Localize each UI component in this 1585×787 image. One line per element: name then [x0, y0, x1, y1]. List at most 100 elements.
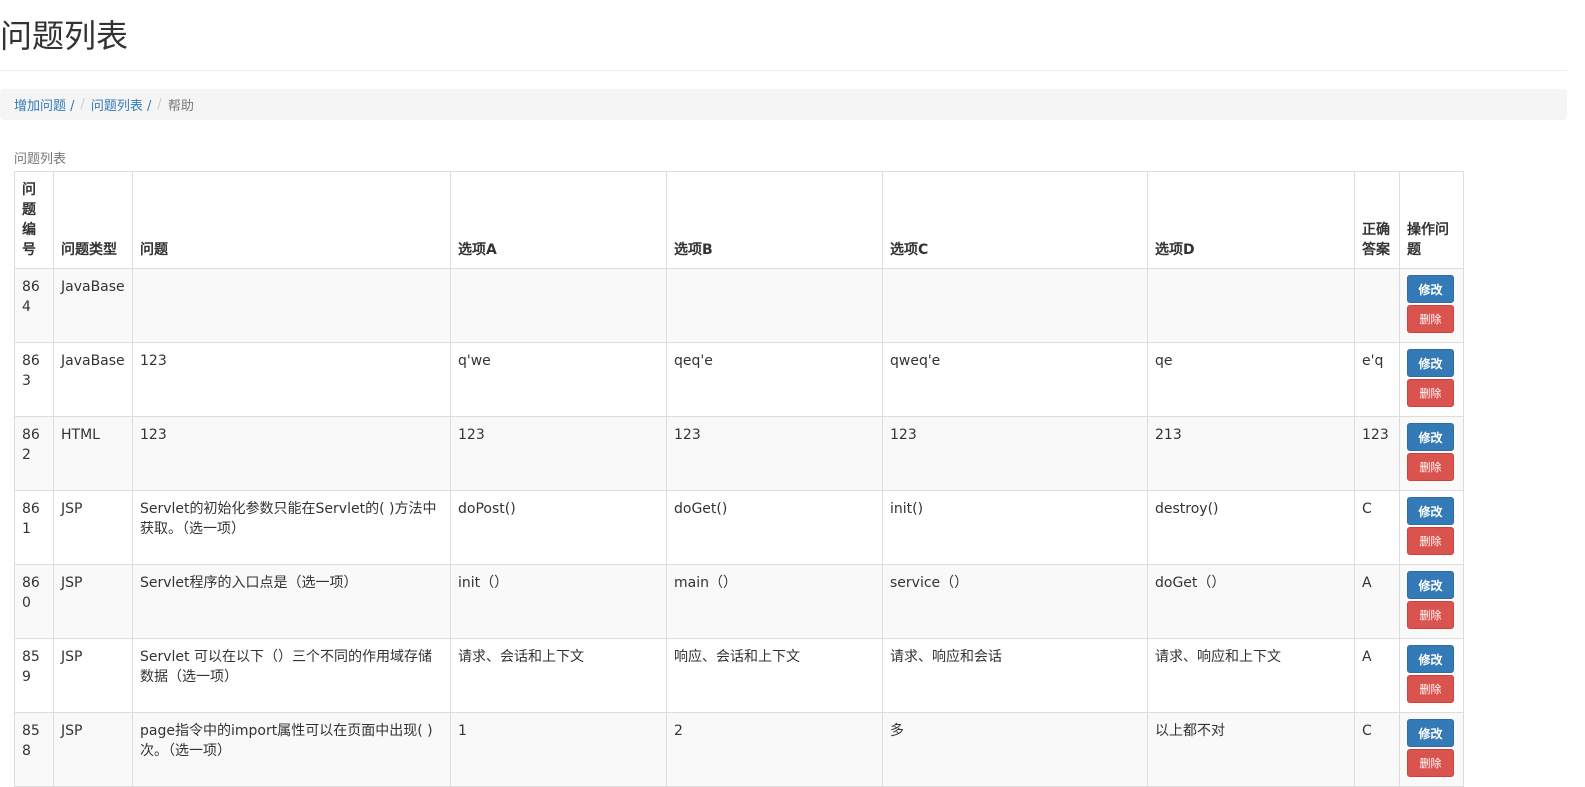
cell-type: JavaBase	[53, 342, 133, 417]
cell-actions: 修改 删除	[1399, 712, 1464, 787]
cell-option-a: q'we	[450, 342, 667, 417]
header-question-id: 问题编号	[14, 171, 54, 269]
table-header-row: 问题编号 问题类型 问题 选项A 选项B 选项C 选项D 正确答案 操作问题	[14, 171, 1464, 269]
delete-button[interactable]: 删除	[1407, 527, 1454, 555]
delete-button[interactable]: 删除	[1407, 601, 1454, 629]
cell-option-d: destroy()	[1147, 490, 1355, 565]
edit-button[interactable]: 修改	[1407, 571, 1454, 599]
cell-id: 862	[14, 416, 54, 491]
cell-actions: 修改 删除	[1399, 564, 1464, 639]
delete-button[interactable]: 删除	[1407, 305, 1454, 333]
cell-option-b: 响应、会话和上下文	[666, 638, 883, 713]
cell-answer: A	[1354, 638, 1400, 713]
cell-answer: A	[1354, 564, 1400, 639]
cell-option-a	[450, 268, 667, 343]
breadcrumb: 增加问题 / / 问题列表 / / 帮助	[0, 89, 1567, 120]
header-option-d: 选项D	[1147, 171, 1355, 269]
cell-option-d: qe	[1147, 342, 1355, 417]
cell-actions: 修改 删除	[1399, 490, 1464, 565]
delete-button[interactable]: 删除	[1407, 453, 1454, 481]
cell-option-a: 123	[450, 416, 667, 491]
cell-question: 123	[132, 416, 451, 491]
breadcrumb-add-question[interactable]: 增加问题 /	[14, 95, 75, 114]
cell-option-c	[882, 268, 1148, 343]
cell-type: JSP	[53, 490, 133, 565]
cell-question: Servlet的初始化参数只能在Servlet的( )方法中获取。（选一项）	[132, 490, 451, 565]
table-caption: 问题列表	[14, 152, 67, 167]
cell-option-a: doPost()	[450, 490, 667, 565]
question-table: 问题编号 问题类型 问题 选项A 选项B 选项C 选项D 正确答案 操作问题 8…	[14, 171, 1464, 787]
cell-option-d: 213	[1147, 416, 1355, 491]
edit-button[interactable]: 修改	[1407, 275, 1454, 303]
cell-option-d	[1147, 268, 1355, 343]
cell-type: HTML	[53, 416, 133, 491]
header-option-a: 选项A	[450, 171, 667, 269]
cell-actions: 修改 删除	[1399, 342, 1464, 417]
cell-option-d: doGet（）	[1147, 564, 1355, 639]
header-actions: 操作问题	[1399, 171, 1464, 269]
cell-option-b: main（）	[666, 564, 883, 639]
cell-question	[132, 268, 451, 343]
cell-option-c: init()	[882, 490, 1148, 565]
cell-option-b: qeq'e	[666, 342, 883, 417]
cell-answer: e'q	[1354, 342, 1400, 417]
cell-option-b: 123	[666, 416, 883, 491]
breadcrumb-question-list[interactable]: 问题列表 /	[91, 95, 152, 114]
table-row: 860 JSP Servlet程序的入口点是（选一项） init（） main（…	[14, 564, 1464, 639]
cell-id: 858	[14, 712, 54, 787]
delete-button[interactable]: 删除	[1407, 675, 1454, 703]
cell-option-c: qweq'e	[882, 342, 1148, 417]
breadcrumb-separator: /	[157, 97, 162, 112]
cell-type: JSP	[53, 638, 133, 713]
cell-option-a: init（）	[450, 564, 667, 639]
cell-id: 861	[14, 490, 54, 565]
edit-button[interactable]: 修改	[1407, 349, 1454, 377]
breadcrumb-separator: /	[80, 97, 85, 112]
edit-button[interactable]: 修改	[1407, 645, 1454, 673]
cell-answer: C	[1354, 490, 1400, 565]
edit-button[interactable]: 修改	[1407, 423, 1454, 451]
cell-id: 864	[14, 268, 54, 343]
cell-type: JSP	[53, 712, 133, 787]
cell-actions: 修改 删除	[1399, 638, 1464, 713]
cell-id: 863	[14, 342, 54, 417]
edit-button[interactable]: 修改	[1407, 497, 1454, 525]
table-row: 861 JSP Servlet的初始化参数只能在Servlet的( )方法中获取…	[14, 490, 1464, 565]
cell-id: 860	[14, 564, 54, 639]
header-option-c: 选项C	[882, 171, 1148, 269]
cell-option-d: 请求、响应和上下文	[1147, 638, 1355, 713]
cell-option-c: service（）	[882, 564, 1148, 639]
header-question: 问题	[132, 171, 451, 269]
delete-button[interactable]: 删除	[1407, 749, 1454, 777]
cell-question: 123	[132, 342, 451, 417]
table-row: 859 JSP Servlet 可以在以下（）三个不同的作用域存储数据（选一项）…	[14, 638, 1464, 713]
cell-actions: 修改 删除	[1399, 268, 1464, 343]
header-option-b: 选项B	[666, 171, 883, 269]
cell-type: JSP	[53, 564, 133, 639]
cell-id: 859	[14, 638, 54, 713]
title-divider	[0, 70, 1567, 71]
cell-answer: 123	[1354, 416, 1400, 491]
cell-option-d: 以上都不对	[1147, 712, 1355, 787]
cell-option-c: 请求、响应和会话	[882, 638, 1148, 713]
table-row: 858 JSP page指令中的import属性可以在页面中出现( )次。（选一…	[14, 712, 1464, 787]
cell-question: Servlet程序的入口点是（选一项）	[132, 564, 451, 639]
cell-option-c: 123	[882, 416, 1148, 491]
cell-option-a: 请求、会话和上下文	[450, 638, 667, 713]
cell-option-b: doGet()	[666, 490, 883, 565]
cell-question: Servlet 可以在以下（）三个不同的作用域存储数据（选一项）	[132, 638, 451, 713]
page-title: 问题列表	[0, 17, 129, 55]
cell-option-b: 2	[666, 712, 883, 787]
edit-button[interactable]: 修改	[1407, 719, 1454, 747]
cell-option-c: 多	[882, 712, 1148, 787]
vertical-scrollbar[interactable]	[1567, 0, 1585, 766]
breadcrumb-help: 帮助	[167, 99, 194, 114]
header-question-type: 问题类型	[53, 171, 133, 269]
cell-option-a: 1	[450, 712, 667, 787]
delete-button[interactable]: 删除	[1407, 379, 1454, 407]
table-row: 864 JavaBase 修改 删除	[14, 268, 1464, 343]
cell-actions: 修改 删除	[1399, 416, 1464, 491]
table-row: 862 HTML 123 123 123 123 213 123 修改 删除	[14, 416, 1464, 491]
header-correct-answer: 正确答案	[1354, 171, 1400, 269]
cell-question: page指令中的import属性可以在页面中出现( )次。（选一项）	[132, 712, 451, 787]
